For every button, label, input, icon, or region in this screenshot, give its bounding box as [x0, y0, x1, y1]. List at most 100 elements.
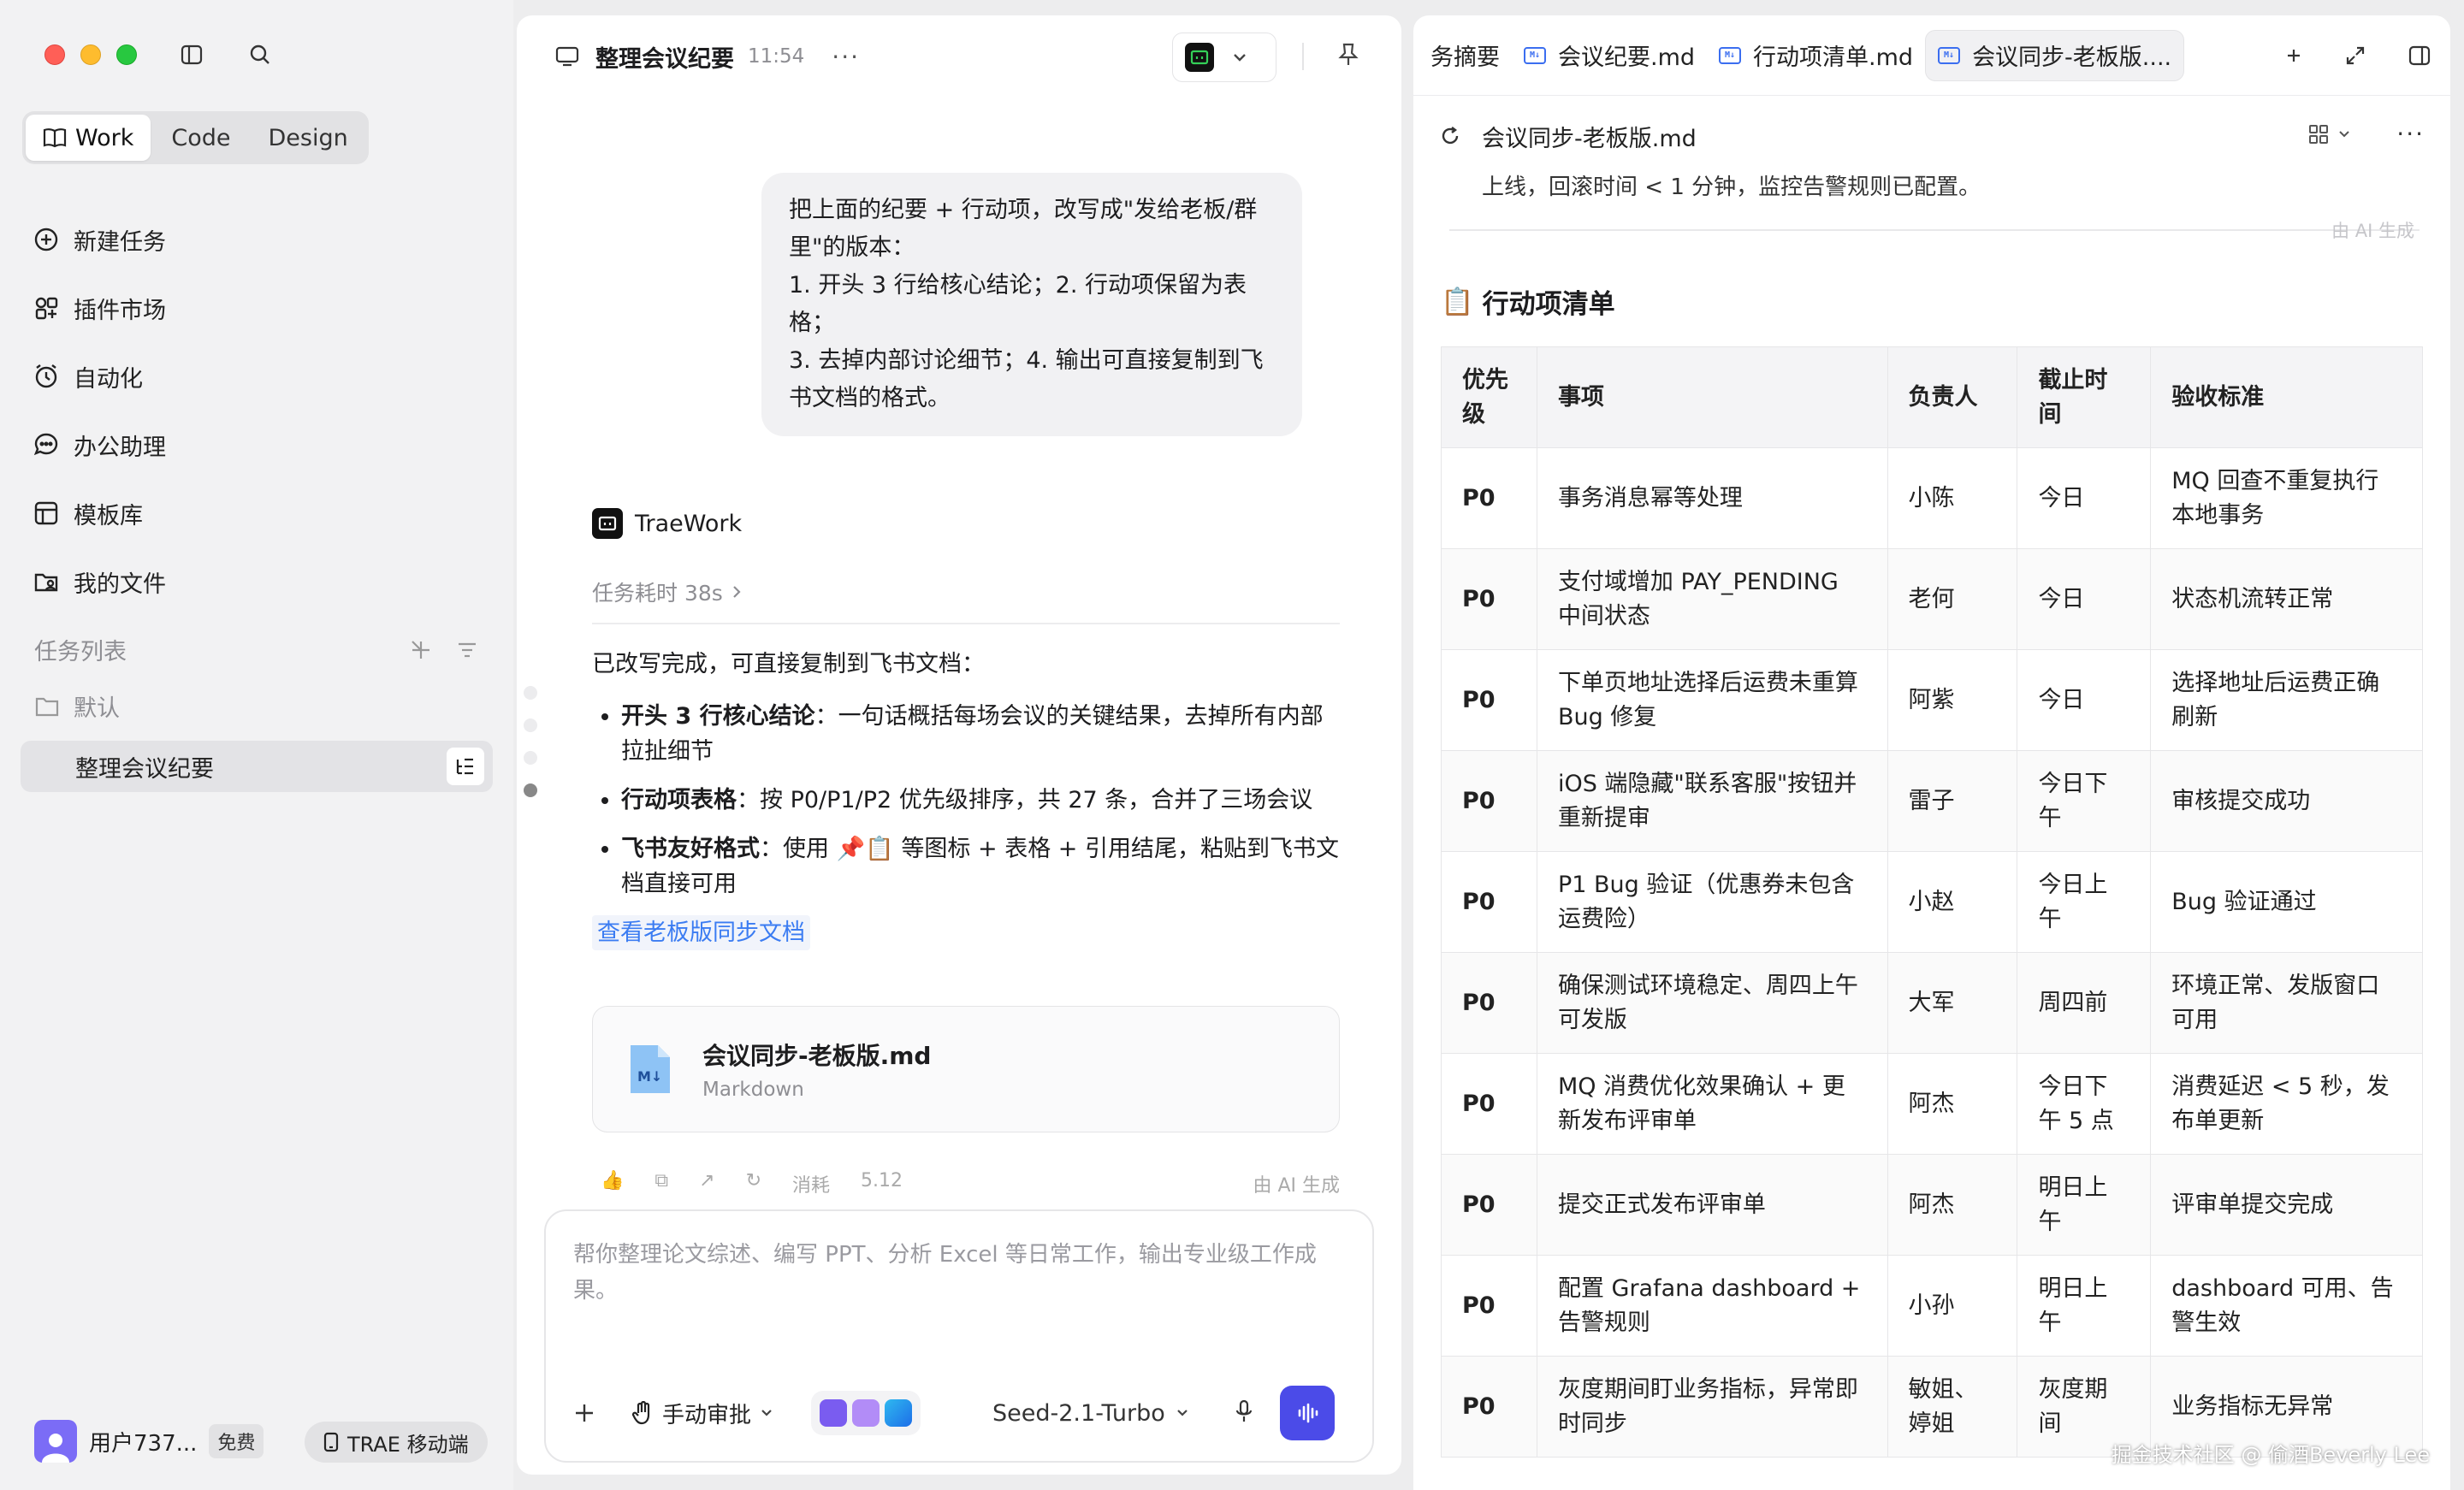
- sidebar-toggle-icon[interactable]: [178, 41, 205, 68]
- table-cell: 明日上午: [2017, 1154, 2152, 1256]
- message-actions: 👍 ⧉ ↗ ↻ 消耗 5.12 由 AI 生成: [601, 1170, 1340, 1196]
- doc-paragraph: 上线，回滚时间 < 1 分钟，监控告警规则已配置。: [1482, 174, 1981, 200]
- file-attachment-card[interactable]: M↓ 会议同步-老板版.md Markdown: [592, 1006, 1340, 1132]
- task-folder-default[interactable]: 默认: [34, 689, 120, 723]
- table-cell: 阿杰: [1886, 1053, 2018, 1155]
- capability-tools[interactable]: [811, 1391, 921, 1435]
- table-cell: 消费延迟 < 5 秒，发布单更新: [2150, 1053, 2423, 1155]
- mode-code-tab[interactable]: Code: [154, 115, 247, 161]
- table-cell: 敏姐、婷姐: [1886, 1356, 2018, 1457]
- table-row: P0 P1 Bug 验证（优惠券未包含运费险） 小赵 今日上午 Bug 验证通过: [1441, 851, 2423, 953]
- model-selector[interactable]: Seed-2.1-Turbo: [992, 1400, 1189, 1427]
- copy-icon[interactable]: ⧉: [654, 1170, 668, 1196]
- maximize-window-button[interactable]: [116, 44, 137, 65]
- more-options-icon[interactable]: ···: [2396, 120, 2425, 148]
- share-icon[interactable]: ↗: [699, 1170, 714, 1196]
- task-item-active[interactable]: 整理会议纪要: [21, 741, 493, 792]
- message-composer[interactable]: 帮你整理论文综述、编写 PPT、分析 Excel 等日常工作，输出专业级工作成果…: [544, 1209, 1374, 1463]
- list-item: 开头 3 行核心结论：一句话概括每场会议的关键结果，去掉所有内部拉扯细节: [621, 699, 1345, 769]
- collapse-icon[interactable]: [409, 638, 433, 662]
- nav-automation[interactable]: 自动化: [33, 342, 166, 411]
- traework-logo-icon: [592, 508, 623, 539]
- more-menu-button[interactable]: ···: [832, 43, 860, 71]
- tab-summary[interactable]: 务摘要: [1413, 30, 1512, 81]
- table-header-cell: 截止时间: [2017, 346, 2152, 448]
- file-type: Markdown: [702, 1079, 804, 1101]
- table-cell: P0: [1441, 1053, 1537, 1155]
- tab-label: 行动项清单.md: [1753, 44, 1914, 71]
- table-cell: 灰度期间盯业务指标，异常即时同步: [1536, 1356, 1888, 1457]
- mode-label: Code: [171, 124, 231, 151]
- minimize-window-button[interactable]: [80, 44, 101, 65]
- web-tool-icon[interactable]: [885, 1399, 913, 1427]
- thumbs-up-icon[interactable]: 👍: [601, 1170, 624, 1196]
- task-outline-icon[interactable]: [447, 748, 484, 785]
- video-tool-icon[interactable]: [820, 1399, 848, 1427]
- search-icon[interactable]: [246, 41, 274, 68]
- chat-panel: 整理会议纪要 11:54 ··· 把上面的纪要 + 行动项，改写成"发给老板/群…: [517, 15, 1401, 1475]
- mode-design-tab[interactable]: Design: [252, 115, 365, 161]
- markdown-icon: M↓: [1719, 46, 1742, 64]
- new-tab-icon[interactable]: [2284, 46, 2303, 65]
- user-profile[interactable]: 用户737... 免费: [34, 1420, 264, 1463]
- image-tool-icon[interactable]: [852, 1399, 880, 1427]
- table-cell: MQ 回查不重复执行本地事务: [2150, 447, 2423, 549]
- tab-meeting-notes[interactable]: M↓ 会议纪要.md: [1512, 30, 1707, 81]
- chevron-down-icon: [761, 1410, 772, 1416]
- table-header-cell: 优先级: [1441, 346, 1537, 448]
- table-cell: Bug 验证通过: [2150, 851, 2423, 953]
- plus-circle-icon: [34, 228, 58, 251]
- microphone-icon[interactable]: [1234, 1398, 1254, 1428]
- sidebar: Work Code Design 新建任务 插件市场 自动化 办公助理 模板库 …: [0, 0, 513, 1490]
- close-window-button[interactable]: [44, 44, 65, 65]
- table-cell: 下单页地址选择后运费未重算 Bug 修复: [1536, 649, 1888, 751]
- table-cell: 阿紫: [1886, 649, 2018, 751]
- nav-office-assistant[interactable]: 办公助理: [33, 411, 166, 479]
- nav-dot-current[interactable]: [524, 783, 537, 797]
- nav-dot[interactable]: [524, 751, 537, 765]
- chat-title: 整理会议纪要: [595, 45, 734, 73]
- nav-my-files[interactable]: 我的文件: [33, 547, 166, 616]
- table-cell: P0: [1441, 1154, 1537, 1256]
- agent-switch-button[interactable]: [1172, 33, 1276, 82]
- section-heading: 📋 行动项清单: [1441, 282, 2421, 321]
- composer-toolbar: 手动审批 Seed-2.1-Turbo: [572, 1386, 1352, 1440]
- table-cell: 小孙: [1886, 1255, 2018, 1357]
- nav-dot[interactable]: [524, 686, 537, 700]
- expand-icon[interactable]: [2344, 44, 2366, 67]
- table-cell: 今日上午: [2017, 851, 2152, 953]
- mobile-app-button[interactable]: TRAE 移动端: [305, 1422, 488, 1463]
- table-row: P0 配置 Grafana dashboard + 告警规则 小孙 明日上午 dashb…: [1441, 1255, 2423, 1357]
- mode-work-tab[interactable]: Work: [26, 115, 151, 161]
- nav-plugin-market[interactable]: 插件市场: [33, 274, 166, 342]
- table-header-cell: 负责人: [1886, 346, 2018, 448]
- add-attachment-icon[interactable]: [572, 1400, 597, 1426]
- table-header-cell: 事项: [1536, 346, 1888, 448]
- nav-new-task[interactable]: 新建任务: [33, 205, 166, 274]
- monitor-icon: [555, 46, 579, 67]
- table-row: P0 提交正式发布评审单 阿杰 明日上午 评审单提交完成: [1441, 1154, 2423, 1256]
- retry-icon[interactable]: ↻: [746, 1170, 761, 1196]
- pin-icon[interactable]: [1336, 41, 1360, 72]
- panel-toggle-icon[interactable]: [2408, 44, 2431, 67]
- table-cell: 提交正式发布评审单: [1536, 1154, 1888, 1256]
- voice-send-button[interactable]: [1279, 1386, 1335, 1440]
- task-item-label: 整理会议纪要: [75, 755, 214, 783]
- filter-icon[interactable]: [455, 638, 479, 662]
- view-mode-dropdown[interactable]: [2307, 123, 2350, 145]
- approval-mode-dropdown[interactable]: 手动审批: [631, 1398, 773, 1429]
- table-cell: 状态机流转正常: [2150, 548, 2423, 650]
- tab-action-items[interactable]: M↓ 行动项清单.md: [1707, 30, 1925, 81]
- doc-toolbar: 会议同步-老板版.md ···: [1413, 98, 2450, 174]
- table-cell: P0: [1441, 548, 1537, 650]
- refresh-icon[interactable]: [1439, 125, 1461, 147]
- window-controls: [44, 44, 137, 65]
- composer-input[interactable]: 帮你整理论文综述、编写 PPT、分析 Excel 等日常工作，输出专业级工作成果…: [573, 1237, 1347, 1309]
- table-cell: 小赵: [1886, 851, 2018, 953]
- tab-boss-sync[interactable]: M↓ 会议同步-老板版....: [1925, 29, 2185, 81]
- doc-divider: [1449, 229, 2420, 231]
- nav-dot[interactable]: [524, 718, 537, 732]
- nav-template-library[interactable]: 模板库: [33, 479, 166, 547]
- view-boss-doc-link[interactable]: 查看老板版同步文档: [592, 915, 810, 950]
- task-elapsed-toggle[interactable]: 任务耗时 38s: [592, 576, 742, 607]
